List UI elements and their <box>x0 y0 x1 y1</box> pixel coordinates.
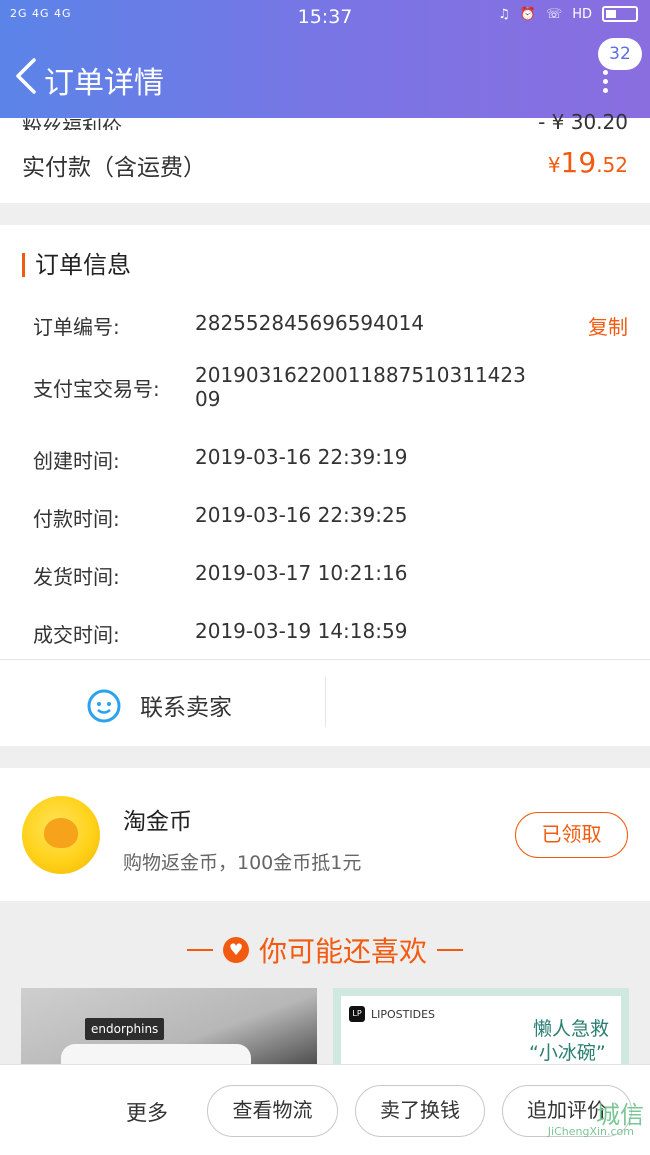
paid-decimal: .52 <box>596 153 628 177</box>
paid-integer: 19 <box>560 146 597 179</box>
recommendation-header: ♥ 你可能还喜欢 <box>0 930 650 970</box>
order-number-label: 订单编号: <box>33 315 120 339</box>
section-divider <box>0 659 650 660</box>
shipped-time-label: 发货时间: <box>33 565 120 589</box>
battery-icon <box>602 6 638 22</box>
back-icon[interactable] <box>12 56 40 96</box>
status-bar: 2G 4G 4G 15:37 ♫ ⏰ ☏ HD <box>0 0 650 36</box>
vertical-divider <box>325 677 326 727</box>
product-card-1[interactable]: endorphins <box>21 988 317 1068</box>
product-1-tag: endorphins <box>85 1018 165 1040</box>
currency-symbol: ¥ <box>547 153 561 177</box>
hd-label: HD <box>572 6 592 22</box>
more-button[interactable]: 更多 <box>126 1097 168 1127</box>
order-info-title: 订单信息 <box>22 253 131 277</box>
status-icons: ♫ ⏰ ☏ HD <box>498 6 638 22</box>
order-info-card: 订单信息 复制 订单编号: 282552845696594014 支付宝交易号:… <box>0 225 650 746</box>
contact-seller-label: 联系卖家 <box>140 695 232 721</box>
bell-icon: ♫ <box>498 6 510 22</box>
fan-price-row: 粉丝福利价 - ¥ 30.20 <box>22 112 628 130</box>
created-time-value: 2019-03-16 22:39:19 <box>195 445 408 469</box>
taobao-coin-card: 淘金币 购物返金币，100金币抵1元 已领取 <box>0 768 650 901</box>
chat-icon <box>87 689 121 723</box>
fan-price-value: - ¥ 30.20 <box>538 112 628 130</box>
product-2-text-2: “小冰碗” <box>529 1042 606 1064</box>
deal-time-value: 2019-03-19 14:18:59 <box>195 619 408 643</box>
recommendation-section: ♥ 你可能还喜欢 endorphins LP LIPOSTIDES 懒人急救 “… <box>0 904 650 1068</box>
product-2-text-1: 懒人急救 <box>533 1018 610 1040</box>
paid-time-value: 2019-03-16 22:39:25 <box>195 503 408 527</box>
sell-for-cash-button[interactable]: 卖了换钱 <box>355 1085 485 1137</box>
left-arrow-line <box>186 949 213 951</box>
deal-time-label: 成交时间: <box>33 623 120 647</box>
view-logistics-button[interactable]: 查看物流 <box>207 1085 338 1137</box>
product-2-brand: LIPOSTIDES <box>371 1007 436 1021</box>
right-arrow-line <box>437 949 463 951</box>
heart-icon: ♥ <box>222 937 249 963</box>
coin-title: 淘金币 <box>123 809 192 835</box>
alipay-trade-value: 20190316220011887510311423 09 <box>195 363 526 411</box>
phone-icon: ☏ <box>545 6 563 22</box>
recommendation-title: 你可能还喜欢 <box>258 935 427 968</box>
gold-coin-icon <box>22 796 100 874</box>
created-time-label: 创建时间: <box>33 449 120 473</box>
paid-label: 实付款（含运费） <box>22 155 206 181</box>
coin-claimed-button[interactable]: 已领取 <box>515 812 628 858</box>
copy-button[interactable]: 复制 <box>588 311 628 340</box>
price-card: 粉丝福利价 - ¥ 30.20 实付款（含运费） ¥19.52 <box>0 112 650 203</box>
watermark-sub: JiChengXin.com <box>547 1125 634 1138</box>
paid-amount: ¥19.52 <box>548 146 628 179</box>
message-count-badge[interactable]: 32 <box>598 38 642 70</box>
shipped-time-value: 2019-03-17 10:21:16 <box>195 561 408 585</box>
more-menu-icon[interactable] <box>600 70 612 93</box>
coin-subtitle: 购物返金币，100金币抵1元 <box>123 852 362 874</box>
paid-time-label: 付款时间: <box>33 507 120 531</box>
product-2-logo: LP LIPOSTIDES <box>349 1006 435 1022</box>
brand-badge-icon: LP <box>349 1006 365 1022</box>
fan-price-label: 粉丝福利价 <box>22 116 122 130</box>
watermark: 城信 JiChengXin.com <box>548 1095 644 1138</box>
bottom-action-bar: 更多 查看物流 卖了换钱 追加评价 城信 JiChengXin.com <box>0 1064 650 1155</box>
contact-seller-button[interactable]: 联系卖家 <box>86 687 232 723</box>
order-number-value: 282552845696594014 <box>195 311 425 335</box>
alarm-icon: ⏰ <box>519 6 536 22</box>
page-title: 订单详情 <box>44 66 164 101</box>
header-bar: 2G 4G 4G 15:37 ♫ ⏰ ☏ HD 订单详情 32 <box>0 0 650 118</box>
alipay-trade-label: 支付宝交易号: <box>33 377 160 401</box>
product-card-2[interactable]: LP LIPOSTIDES 懒人急救 “小冰碗” <box>333 988 629 1068</box>
